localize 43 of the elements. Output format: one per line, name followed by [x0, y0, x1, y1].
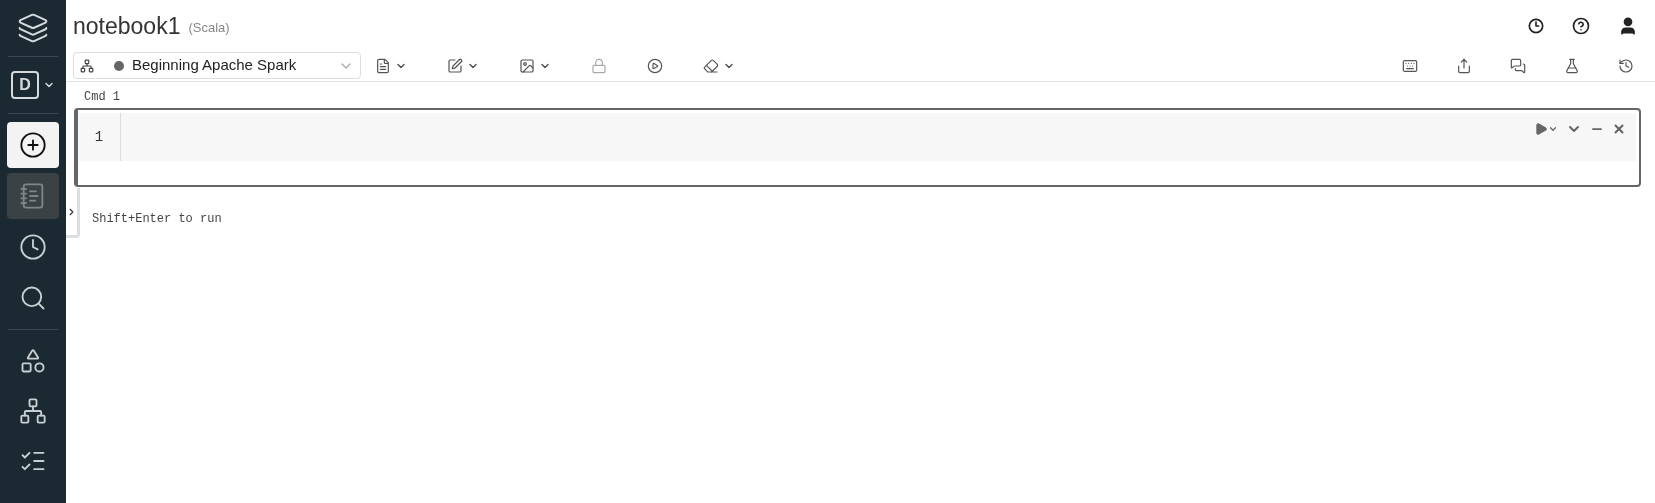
edit-icon [447, 57, 463, 74]
help-icon[interactable] [1572, 17, 1590, 35]
toolbar-button[interactable] [1510, 57, 1526, 74]
toolbar-button[interactable] [519, 57, 551, 74]
cluster-selector[interactable]: Beginning Apache Spark [73, 52, 361, 79]
comments-icon [1510, 57, 1526, 74]
create-button[interactable] [7, 122, 59, 168]
play-circle-icon [647, 57, 663, 74]
toolbar-button[interactable] [447, 57, 479, 74]
keyboard-icon [1402, 57, 1418, 74]
notebook-title: notebook1 [73, 11, 181, 41]
flask-icon [1564, 57, 1580, 74]
toolbar-button[interactable] [647, 57, 663, 74]
run-button[interactable] [1534, 122, 1558, 136]
clock-icon[interactable] [1528, 18, 1544, 34]
add-icon [19, 131, 47, 159]
close-icon[interactable] [1612, 122, 1626, 136]
line-number: 1 [94, 127, 104, 147]
workspace-switcher[interactable]: D [0, 57, 66, 113]
cell-label: Cmd 1 [83, 89, 121, 106]
history-icon [1618, 57, 1634, 74]
toolbar-button[interactable] [375, 57, 407, 74]
lock-icon [591, 57, 607, 74]
user-icon[interactable] [1618, 16, 1638, 36]
language-label: (Scala) [188, 19, 230, 38]
clock-icon [19, 233, 47, 261]
file-icon [375, 57, 391, 74]
search-icon [19, 284, 47, 312]
play-icon [1534, 122, 1548, 136]
toolbar-button[interactable] [1402, 57, 1418, 74]
share-icon [1456, 57, 1472, 74]
shapes-icon [19, 347, 47, 375]
cluster-name: Beginning Apache Spark [132, 55, 297, 76]
eraser-icon [703, 57, 719, 74]
caret-icon [1548, 124, 1558, 134]
toolbar-button[interactable] [1456, 57, 1472, 74]
image-icon [519, 57, 535, 74]
sitemap-icon [80, 58, 94, 73]
toolbar-button[interactable] [703, 57, 735, 74]
logo-icon [17, 12, 49, 44]
toolbar-button[interactable] [1618, 57, 1634, 74]
toolbar-button[interactable] [1564, 57, 1580, 74]
run-hint: Shift+Enter to run [92, 211, 222, 228]
